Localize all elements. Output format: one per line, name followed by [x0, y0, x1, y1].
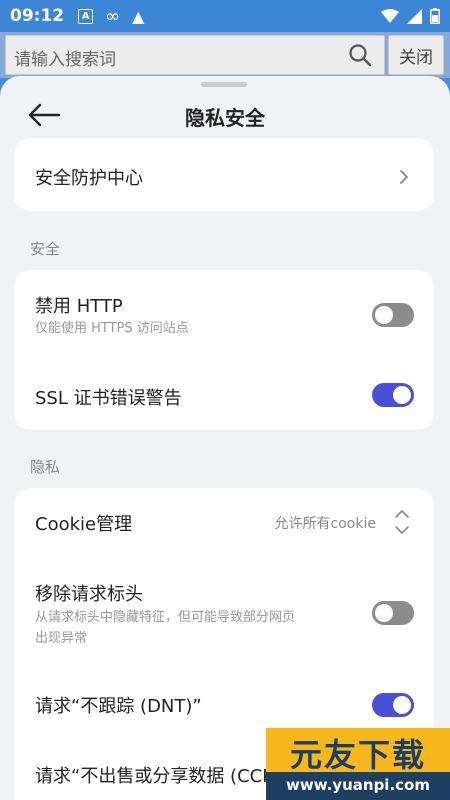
- security-center-label: 安全防护中心: [35, 168, 143, 189]
- remove-headers-subtitle-line2: 出现异常: [35, 631, 88, 646]
- close-button[interactable]: 关闭: [388, 35, 444, 75]
- disable-http-toggle[interactable]: [372, 303, 414, 327]
- do-not-track-title: 请求“不跟踪 (DNT)”: [35, 696, 202, 717]
- page-title: 隐私安全: [185, 106, 265, 130]
- disable-http-title: 禁用 HTTP: [35, 296, 123, 317]
- signal-icon: [407, 8, 422, 24]
- cookie-management-value: 允许所有cookie: [274, 516, 376, 532]
- privacy-security-sheet: 隐私安全 安全防护中心 安全 禁用 HTTP 仅能使用 HTTPS 访问站点 S…: [0, 76, 450, 800]
- do-not-sell-title: 请求“不出售或分享数据 (CCPA: [35, 766, 285, 787]
- chevron-up-down-icon: [395, 510, 409, 534]
- watermark-url: www.yuanpi.com: [286, 776, 430, 794]
- remove-headers-subtitle-line1: 从请求标头中隐藏特征，但可能导致部分网页: [35, 610, 296, 625]
- status-time: 09:12: [10, 6, 65, 26]
- ssl-warning-toggle[interactable]: [372, 383, 414, 407]
- section-label-security: 安全: [30, 240, 61, 258]
- watermark-logo: 元友下载 www.yuanpi.com: [266, 728, 450, 800]
- search-icon[interactable]: [348, 43, 372, 67]
- watermark-logo-text: 元友下载: [289, 736, 426, 774]
- search-placeholder: 请输入搜索词: [14, 50, 116, 70]
- ssl-warning-title: SSL 证书错误警告: [35, 388, 182, 409]
- chevron-right-icon: [400, 170, 408, 184]
- cookie-management-title: Cookie管理: [35, 514, 133, 535]
- sheet-header: 隐私安全: [0, 90, 450, 142]
- remove-headers-toggle[interactable]: [372, 601, 414, 625]
- security-center-card[interactable]: 安全防护中心: [14, 138, 434, 211]
- battery-icon: [430, 8, 440, 24]
- search-bar: 请输入搜索词 关闭: [0, 32, 450, 78]
- wifi-icon: [381, 9, 399, 23]
- a-notification-icon: A: [78, 8, 94, 24]
- drag-handle[interactable]: [201, 82, 247, 87]
- section-label-privacy: 隐私: [30, 458, 61, 476]
- status-bar: 09:12 A ∞ ▲: [0, 0, 450, 32]
- infinity-icon: ∞: [105, 5, 121, 27]
- security-card: 禁用 HTTP 仅能使用 HTTPS 访问站点 SSL 证书错误警告: [14, 270, 434, 430]
- warning-icon: ▲: [132, 6, 145, 26]
- search-input[interactable]: 请输入搜索词: [5, 35, 385, 75]
- remove-headers-title: 移除请求标头: [35, 584, 143, 605]
- disable-http-subtitle: 仅能使用 HTTPS 访问站点: [35, 321, 189, 336]
- do-not-track-toggle[interactable]: [372, 693, 414, 717]
